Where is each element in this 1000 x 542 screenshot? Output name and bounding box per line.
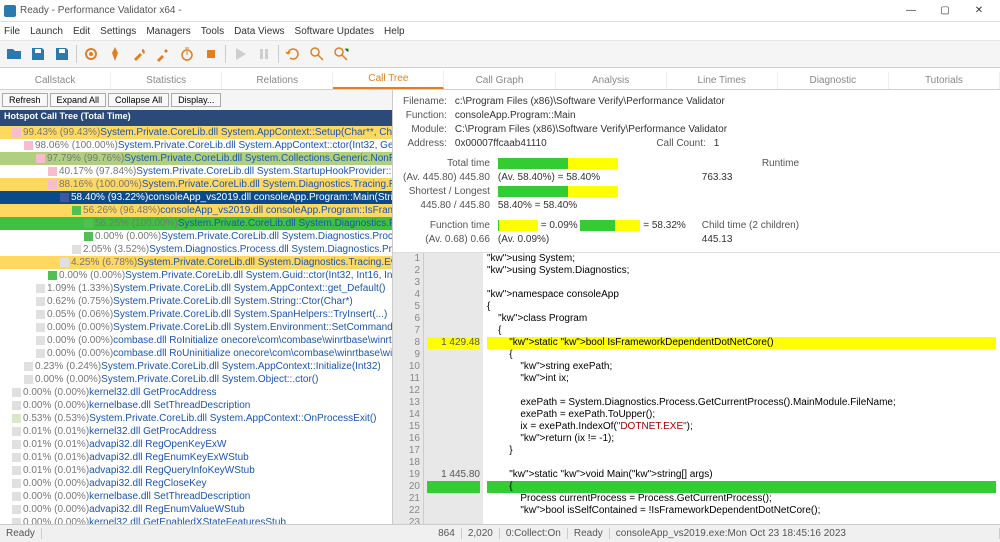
collapse-all-button[interactable]: Collapse All bbox=[108, 93, 169, 107]
open-icon[interactable] bbox=[4, 44, 24, 64]
tab-call-tree[interactable]: Call Tree bbox=[333, 70, 444, 89]
tree-row[interactable]: 0.53% (0.53%) System.Private.CoreLib.dll… bbox=[0, 412, 392, 425]
tree-row[interactable]: 0.00% (0.00%) combase.dll RoUninitialize… bbox=[0, 347, 392, 360]
tree-row[interactable]: 0.00% (0.00%) combase.dll RoInitialize o… bbox=[0, 334, 392, 347]
source-code: "kw">using System;"kw">using System.Diag… bbox=[483, 253, 1000, 524]
menu-software-updates[interactable]: Software Updates bbox=[295, 26, 375, 37]
display-button[interactable]: Display... bbox=[171, 93, 221, 107]
toolbar bbox=[0, 40, 1000, 68]
tree-row[interactable]: 0.00% (0.00%) System.Private.CoreLib.dll… bbox=[0, 269, 392, 282]
status-ready: Ready bbox=[0, 528, 42, 539]
maximize-button[interactable]: ▢ bbox=[928, 1, 962, 21]
tree-row[interactable]: 99.43% (99.43%) System.Private.CoreLib.d… bbox=[0, 126, 392, 139]
menu-data-views[interactable]: Data Views bbox=[234, 26, 284, 37]
menu-tools[interactable]: Tools bbox=[201, 26, 224, 37]
tree-row[interactable]: 97.79% (99.76%) System.Private.CoreLib.d… bbox=[0, 152, 392, 165]
info-panel: Filename:c:\Program Files (x86)\Software… bbox=[393, 90, 1000, 252]
code-view[interactable]: 1234567891011121314151617181920212223242… bbox=[393, 252, 1000, 524]
tree-row[interactable]: 0.23% (0.24%) System.Private.CoreLib.dll… bbox=[0, 360, 392, 373]
right-panel: Filename:c:\Program Files (x86)\Software… bbox=[393, 90, 1000, 524]
tab-callstack[interactable]: Callstack bbox=[0, 72, 111, 89]
titlebar: Ready - Performance Validator x64 - — ▢ … bbox=[0, 0, 1000, 22]
tree-row[interactable]: 58.40% (93.22%) consoleApp_vs2019.dll co… bbox=[0, 191, 392, 204]
tree-row[interactable]: 56.25% (100.00%) System.Private.CoreLib.… bbox=[0, 217, 392, 230]
expand-all-button[interactable]: Expand All bbox=[50, 93, 107, 107]
line-gutter: 1234567891011121314151617181920212223242… bbox=[393, 253, 423, 524]
filter-icon[interactable] bbox=[331, 44, 351, 64]
tab-analysis[interactable]: Analysis bbox=[556, 72, 667, 89]
search-icon[interactable] bbox=[307, 44, 327, 64]
module-value: C:\Program Files (x86)\Software Verify\P… bbox=[455, 124, 733, 136]
save-icon[interactable] bbox=[28, 44, 48, 64]
function-value: consoleApp.Program::Main bbox=[455, 110, 733, 122]
close-button[interactable]: ✕ bbox=[962, 1, 996, 21]
tree-row[interactable]: 0.00% (0.00%) kernel32.dll GetProcAddres… bbox=[0, 386, 392, 399]
save2-icon[interactable] bbox=[52, 44, 72, 64]
tree-row[interactable]: 4.25% (6.78%) System.Private.CoreLib.dll… bbox=[0, 256, 392, 269]
left-panel: Refresh Expand All Collapse All Display.… bbox=[0, 90, 393, 524]
tree-row[interactable]: 0.00% (0.00%) System.Private.CoreLib.dll… bbox=[0, 321, 392, 334]
tab-tutorials[interactable]: Tutorials bbox=[889, 72, 1000, 89]
menu-help[interactable]: Help bbox=[384, 26, 405, 37]
tree-row[interactable]: 2.05% (3.52%) System.Diagnostics.Process… bbox=[0, 243, 392, 256]
menu-launch[interactable]: Launch bbox=[30, 26, 63, 37]
tree-header: Hotspot Call Tree (Total Time) bbox=[0, 110, 392, 126]
pause-icon[interactable] bbox=[254, 44, 274, 64]
menu-managers[interactable]: Managers bbox=[146, 26, 190, 37]
main-tabs: CallstackStatisticsRelationsCall TreeCal… bbox=[0, 68, 1000, 90]
tab-call-graph[interactable]: Call Graph bbox=[444, 72, 555, 89]
tree-row[interactable]: 0.01% (0.01%) advapi32.dll RegQueryInfoK… bbox=[0, 464, 392, 477]
tab-line-times[interactable]: Line Times bbox=[667, 72, 778, 89]
app-icon bbox=[4, 5, 16, 17]
wrench-icon[interactable] bbox=[129, 44, 149, 64]
tree-row[interactable]: 0.00% (0.00%) System.Private.CoreLib.dll… bbox=[0, 230, 392, 243]
tree-row[interactable]: 40.17% (97.84%) System.Private.CoreLib.d… bbox=[0, 165, 392, 178]
tab-diagnostic[interactable]: Diagnostic bbox=[778, 72, 889, 89]
tree-row[interactable]: 0.01% (0.01%) kernel32.dll GetProcAddres… bbox=[0, 425, 392, 438]
play-icon[interactable] bbox=[230, 44, 250, 64]
address-value: 0x00007ffcaab41110 bbox=[455, 138, 618, 150]
tree-row[interactable]: 56.26% (96.48%) consoleApp_vs2019.dll co… bbox=[0, 204, 392, 217]
tree-row[interactable]: 0.00% (0.00%) kernel32.dll GetEnabledXSt… bbox=[0, 516, 392, 524]
time-gutter: 1 429.48 1 445.80 bbox=[423, 253, 483, 524]
inject-icon[interactable] bbox=[153, 44, 173, 64]
statusbar: Ready 864 2,020 0:Collect:On Ready conso… bbox=[0, 524, 1000, 542]
refresh-button[interactable]: Refresh bbox=[2, 93, 48, 107]
tree-row[interactable]: 98.06% (100.00%) System.Private.CoreLib.… bbox=[0, 139, 392, 152]
refresh-icon[interactable] bbox=[283, 44, 303, 64]
tab-statistics[interactable]: Statistics bbox=[111, 72, 222, 89]
tree-row[interactable]: 0.00% (0.00%) advapi32.dll RegCloseKey bbox=[0, 477, 392, 490]
tree-row[interactable]: 0.00% (0.00%) kernelbase.dll SetThreadDe… bbox=[0, 490, 392, 503]
stop-icon[interactable] bbox=[201, 44, 221, 64]
menubar: File Launch Edit Settings Managers Tools Data … bbox=[0, 22, 1000, 40]
tree-row[interactable]: 0.00% (0.00%) advapi32.dll RegEnumValueW… bbox=[0, 503, 392, 516]
menu-file[interactable]: File bbox=[4, 26, 20, 37]
window-title: Ready - Performance Validator x64 - bbox=[20, 5, 182, 16]
tab-relations[interactable]: Relations bbox=[222, 72, 333, 89]
tree-row[interactable]: 0.00% (0.00%) kernelbase.dll SetThreadDe… bbox=[0, 399, 392, 412]
filename-value: c:\Program Files (x86)\Software Verify\P… bbox=[455, 96, 733, 108]
tree-row[interactable]: 0.00% (0.00%) System.Private.CoreLib.dll… bbox=[0, 373, 392, 386]
tree-row[interactable]: 0.01% (0.01%) advapi32.dll RegEnumKeyExW… bbox=[0, 451, 392, 464]
tree-row[interactable]: 88.16% (100.00%) System.Private.CoreLib.… bbox=[0, 178, 392, 191]
menu-settings[interactable]: Settings bbox=[100, 26, 136, 37]
tree-row[interactable]: 0.01% (0.01%) advapi32.dll RegOpenKeyExW bbox=[0, 438, 392, 451]
tree-row[interactable]: 0.05% (0.06%) System.Private.CoreLib.dll… bbox=[0, 308, 392, 321]
call-tree[interactable]: 99.43% (99.43%) System.Private.CoreLib.d… bbox=[0, 126, 392, 524]
timer-icon[interactable] bbox=[177, 44, 197, 64]
minimize-button[interactable]: — bbox=[894, 1, 928, 21]
rocket-icon[interactable] bbox=[105, 44, 125, 64]
tree-row[interactable]: 0.62% (0.75%) System.Private.CoreLib.dll… bbox=[0, 295, 392, 308]
gear-icon[interactable] bbox=[81, 44, 101, 64]
tree-row[interactable]: 1.09% (1.33%) System.Private.CoreLib.dll… bbox=[0, 282, 392, 295]
menu-edit[interactable]: Edit bbox=[73, 26, 90, 37]
